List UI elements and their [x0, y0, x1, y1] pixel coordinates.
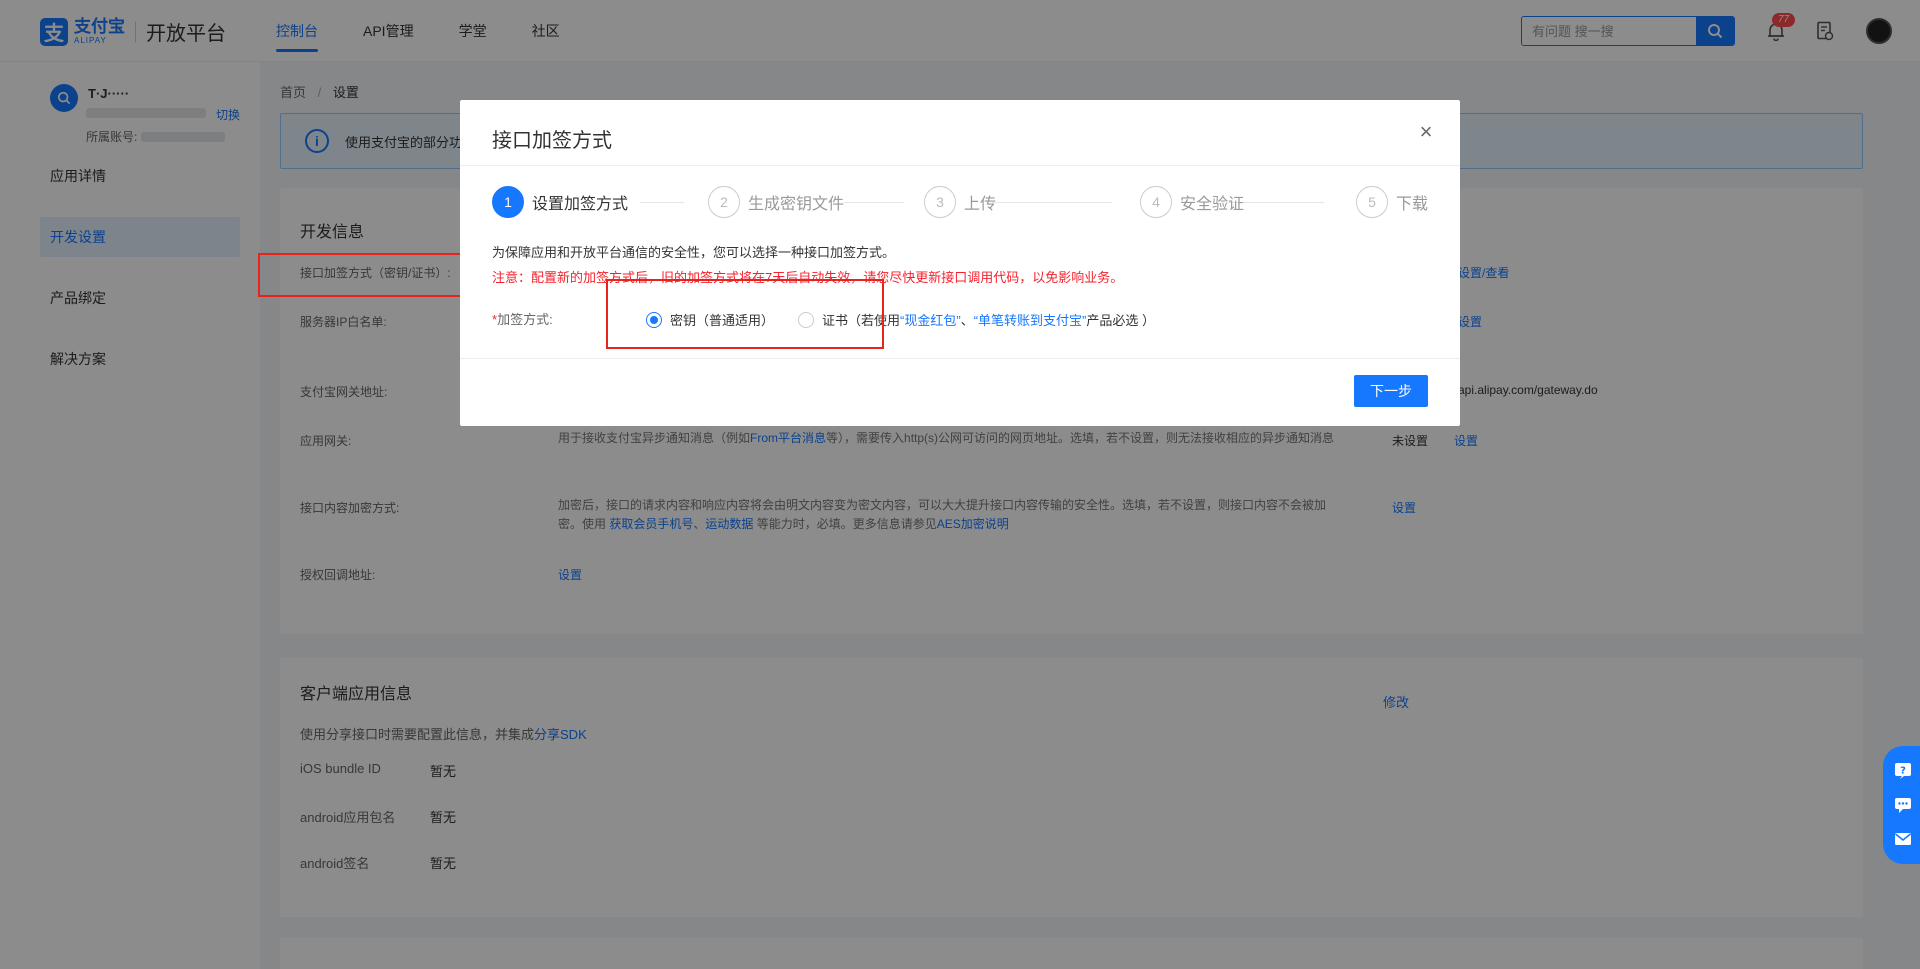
modal-description: 为保障应用和开放平台通信的安全性，您可以选择一种接口加签方式。: [492, 245, 896, 260]
chat-icon: [1895, 798, 1911, 813]
help-button[interactable]: ?: [1893, 761, 1913, 781]
step-4: 4 安全验证: [1140, 186, 1244, 218]
chat-button[interactable]: [1893, 795, 1913, 815]
next-step-button[interactable]: 下一步: [1354, 375, 1428, 407]
sign-method-form-label: *加签方式:: [492, 312, 553, 327]
modal-header: 接口加签方式 ×: [460, 100, 1460, 166]
annotation-box-radio: [606, 279, 884, 349]
question-icon: ?: [1895, 763, 1911, 779]
step-2: 2 生成密钥文件: [708, 186, 844, 218]
modal-footer: 下一步: [460, 358, 1460, 426]
step-3: 3 上传: [924, 186, 996, 218]
floating-help-bar: ?: [1883, 746, 1920, 864]
step-connector: [640, 202, 684, 203]
svg-text:?: ?: [1900, 766, 1906, 777]
close-icon[interactable]: ×: [1416, 121, 1436, 143]
cash-redpacket-link[interactable]: “现金红包”: [900, 313, 961, 328]
step-connector: [844, 202, 904, 203]
modal-title: 接口加签方式: [492, 130, 612, 152]
annotation-box-sign-method: [258, 253, 465, 297]
step-connector: [992, 202, 1112, 203]
step-1: 1 设置加签方式: [492, 186, 628, 218]
steps: 1 设置加签方式 2 生成密钥文件 3 上传 4 安全验证 5 下载: [492, 186, 1428, 218]
sign-method-modal: 接口加签方式 × 1 设置加签方式 2 生成密钥文件 3 上传 4 安全验证 5…: [460, 100, 1460, 426]
single-transfer-link[interactable]: “单笔转账到支付宝”: [974, 313, 1087, 328]
feedback-button[interactable]: [1893, 829, 1913, 849]
mail-icon: [1895, 833, 1911, 845]
step-5: 5 下载: [1356, 186, 1428, 218]
